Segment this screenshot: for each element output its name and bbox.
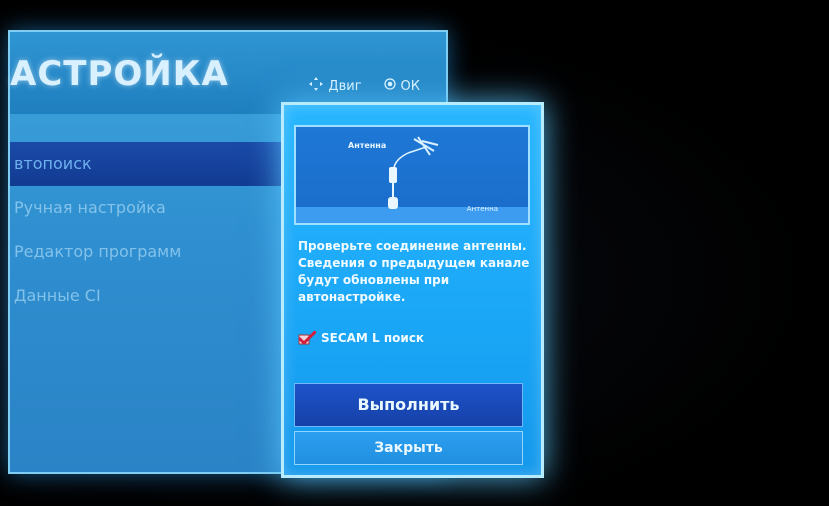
secam-l-label: SECAM L поиск (321, 331, 425, 345)
dialog-message: Проверьте соединение антенны. Сведения о… (298, 239, 530, 304)
menu-item-manual-tuning[interactable]: Ручная настройка (10, 186, 284, 230)
hint-move: Двиг (309, 77, 362, 95)
menu-item-program-editor[interactable]: Редактор программ (10, 230, 284, 274)
ok-dot-icon (383, 78, 396, 94)
secam-l-checkbox[interactable]: SECAM L поиск (298, 330, 425, 345)
hint-move-label: Двиг (328, 78, 362, 94)
hint-ok-label: ОК (400, 78, 420, 94)
antenna-icon (407, 136, 439, 156)
menu-item-ci-data[interactable]: Данные CI (10, 274, 284, 318)
autosearch-dialog: Антенна Антенна Проверьте соединение ант… (281, 102, 544, 478)
cable-connector-icon (388, 167, 398, 209)
diagram-label-top: Антенна (348, 141, 387, 150)
settings-menu: втопоиск Ручная настройка Редактор прогр… (10, 142, 284, 318)
diagram-label-bottom: Антенна (466, 205, 498, 213)
page-title: АСТРОЙКА (10, 54, 229, 94)
hint-ok: ОК (383, 77, 420, 95)
dpad-arrows-icon (309, 77, 324, 95)
antenna-diagram: Антенна Антенна (294, 125, 530, 225)
key-hints: Двиг ОК (309, 77, 420, 95)
close-button[interactable]: Закрыть (294, 431, 523, 465)
checkmark-icon (298, 330, 317, 345)
run-button[interactable]: Выполнить (294, 383, 523, 427)
menu-item-autosearch[interactable]: втопоиск (10, 142, 284, 186)
tv-screen: АСТРОЙКА Двиг ОК втопоиск Ручная настрой… (0, 0, 829, 506)
